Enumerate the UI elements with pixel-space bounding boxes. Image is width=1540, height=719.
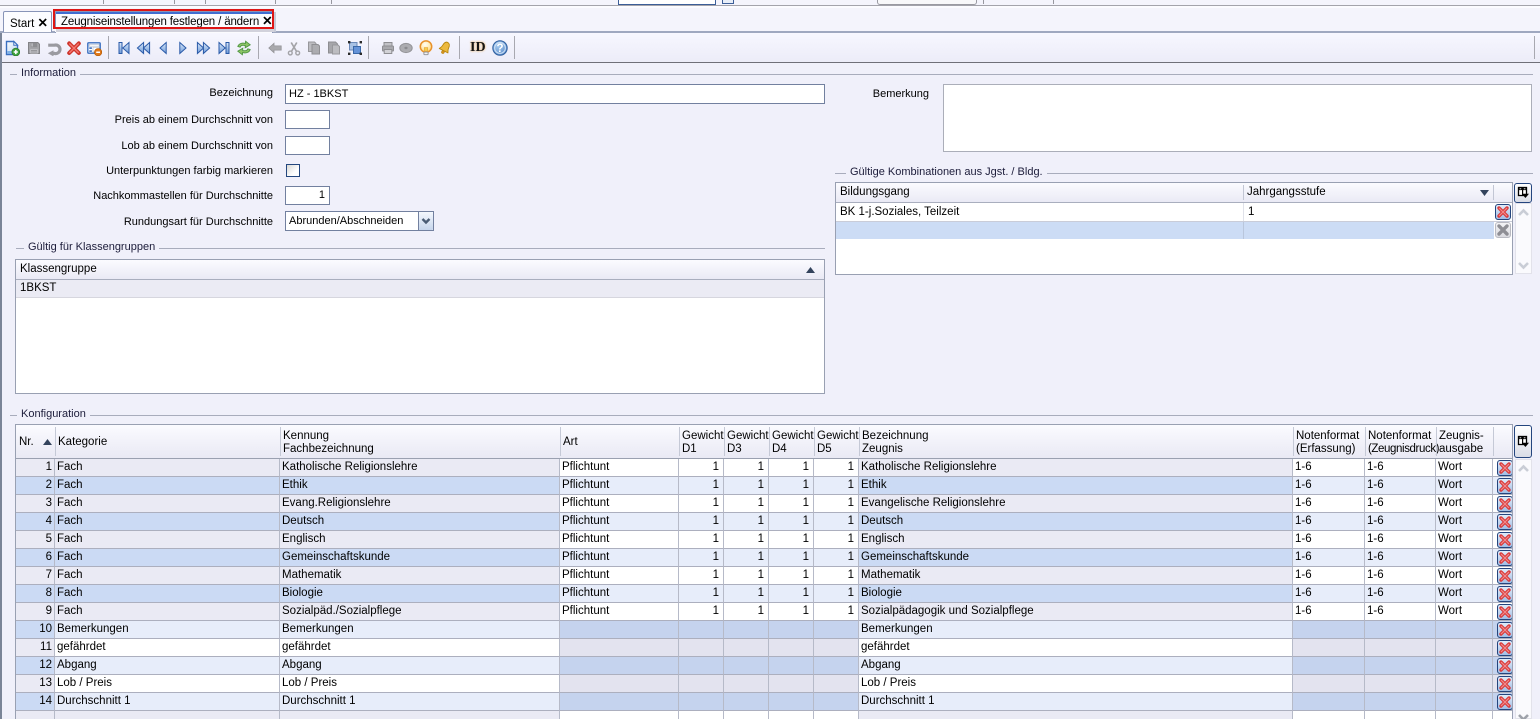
svg-text:?: ? xyxy=(496,43,503,55)
